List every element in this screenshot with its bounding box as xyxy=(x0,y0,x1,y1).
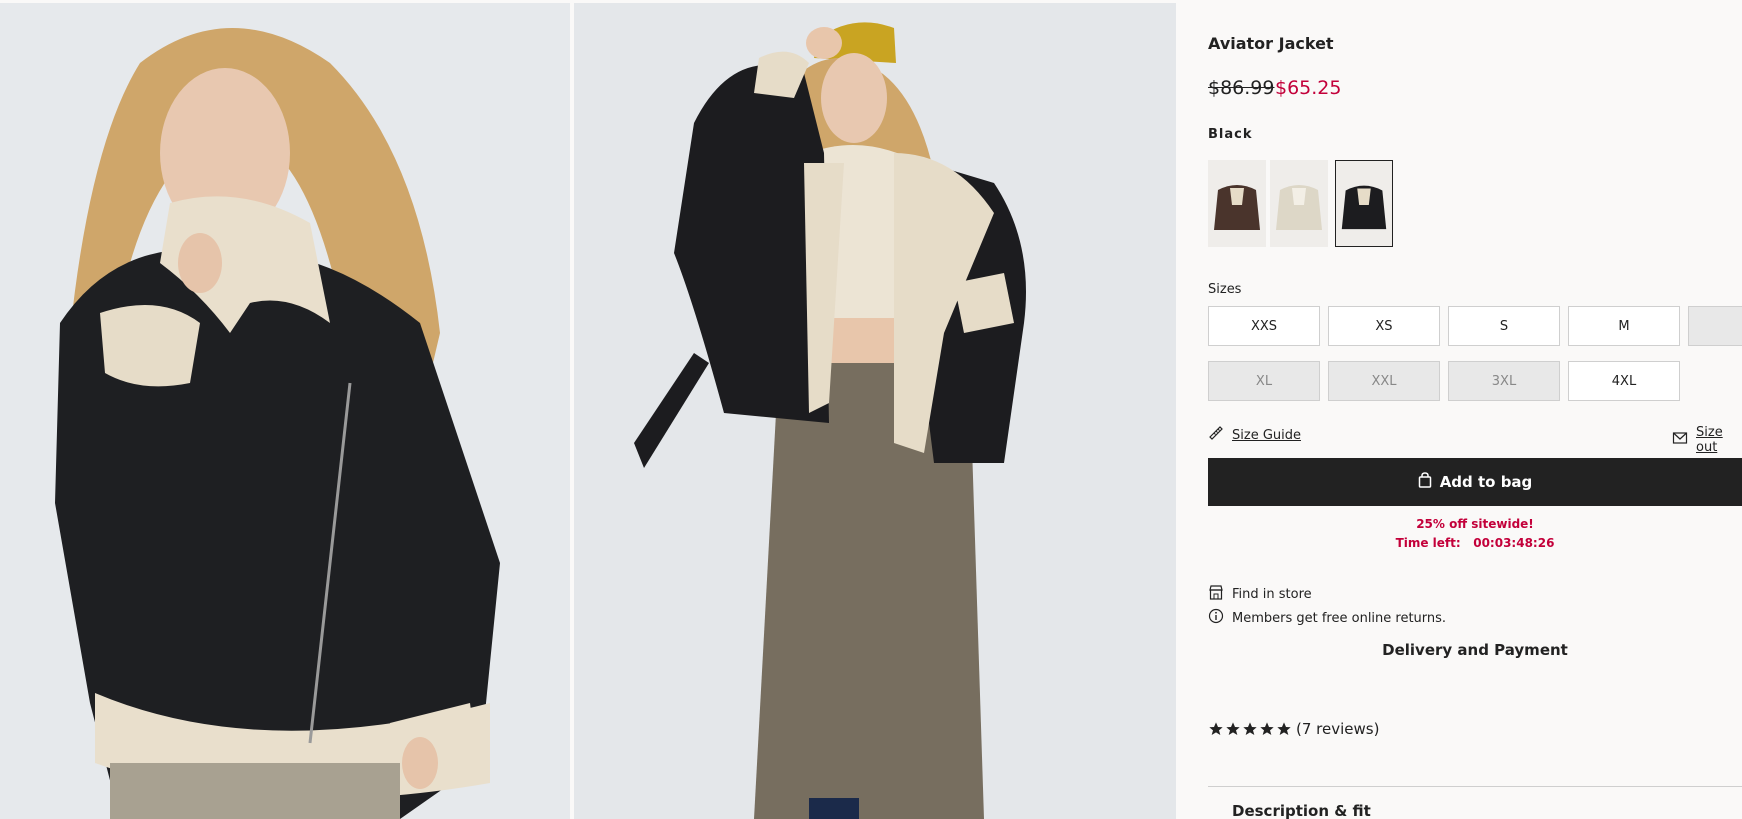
size-option-4xl[interactable]: 4XL xyxy=(1568,361,1680,401)
jacket-thumbnail-brown xyxy=(1208,160,1266,247)
size-option-3xl[interactable]: 3XL xyxy=(1448,361,1560,401)
star-icon xyxy=(1277,722,1291,735)
color-swatch-cream[interactable] xyxy=(1270,160,1328,247)
model-image-closeup xyxy=(0,3,570,819)
product-details-panel: Aviator Jacket $86.99 $65.25 Black Sizes… xyxy=(1208,0,1742,819)
size-out-link[interactable]: Size out xyxy=(1672,425,1742,455)
promo-sitewide-text: 25% off sitewide! xyxy=(1416,517,1534,531)
add-to-bag-content: Add to bag xyxy=(1208,458,1742,506)
size-option-xs[interactable]: XS xyxy=(1328,306,1440,346)
add-to-bag-label: Add to bag xyxy=(1439,473,1533,491)
find-in-store-label: Find in store xyxy=(1232,587,1312,602)
size-guide-link[interactable]: Size Guide xyxy=(1208,425,1301,445)
product-photo-full[interactable] xyxy=(574,3,1176,819)
delivery-payment-heading[interactable]: Delivery and Payment xyxy=(1208,641,1742,659)
size-option-xl[interactable]: XL xyxy=(1208,361,1320,401)
size-option-xxs[interactable]: XXS xyxy=(1208,306,1320,346)
model-image-fullbody xyxy=(574,3,1176,819)
reviews-count: (7 reviews) xyxy=(1296,720,1380,738)
section-divider xyxy=(1208,786,1742,787)
size-option-s[interactable]: S xyxy=(1448,306,1560,346)
members-returns-info: Members get free online returns. xyxy=(1208,608,1446,628)
promo-timer-text: Time left: 00:03:48:26 xyxy=(1395,536,1555,550)
mail-icon xyxy=(1672,431,1688,449)
store-icon xyxy=(1208,584,1224,605)
product-title: Aviator Jacket xyxy=(1208,34,1334,53)
jacket-thumbnail-cream xyxy=(1270,160,1328,247)
star-icon xyxy=(1226,722,1240,735)
add-to-bag-button[interactable]: Add to bag xyxy=(1208,458,1742,506)
product-photo-front[interactable] xyxy=(0,3,570,819)
color-swatch-black[interactable] xyxy=(1335,160,1393,247)
ruler-icon xyxy=(1208,425,1224,445)
members-returns-label: Members get free online returns. xyxy=(1232,610,1447,626)
size-out-label: Size out xyxy=(1696,425,1723,455)
star-icon xyxy=(1209,722,1223,735)
size-option-l[interactable]: L xyxy=(1688,306,1742,346)
sale-price: $65.25 xyxy=(1275,77,1342,99)
bag-icon xyxy=(1418,472,1432,492)
description-fit-heading[interactable]: Description & fit xyxy=(1232,802,1371,819)
color-swatch-brown[interactable] xyxy=(1208,160,1266,247)
size-guide-label: Size Guide xyxy=(1232,427,1301,443)
info-icon xyxy=(1208,608,1224,628)
size-option-xxl[interactable]: XXL xyxy=(1328,361,1440,401)
jacket-thumbnail-black xyxy=(1336,161,1392,246)
rating-stars xyxy=(1208,721,1292,737)
original-price: $86.99 xyxy=(1208,77,1275,99)
star-icon xyxy=(1243,722,1257,735)
size-option-m[interactable]: M xyxy=(1568,306,1680,346)
sizes-label: Sizes xyxy=(1208,282,1242,297)
reviews-summary[interactable]: (7 reviews) xyxy=(1208,720,1379,738)
star-icon xyxy=(1260,722,1274,735)
find-in-store-link[interactable]: Find in store xyxy=(1208,584,1312,605)
selected-color-label: Black xyxy=(1208,127,1253,142)
